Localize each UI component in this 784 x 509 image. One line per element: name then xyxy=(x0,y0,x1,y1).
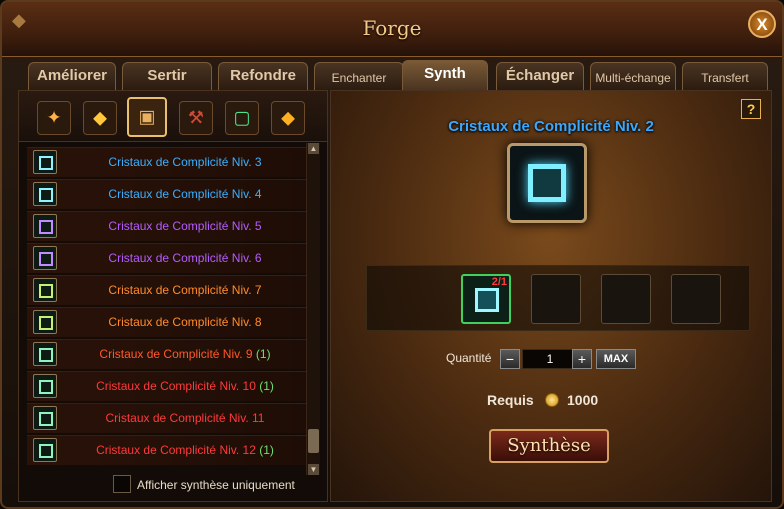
scroll-down-icon[interactable]: ▼ xyxy=(308,464,319,475)
category-topaz-button[interactable]: ◆ xyxy=(271,101,305,135)
recipe-row[interactable]: Cristaux de Complicité Niv. 12 (1) xyxy=(27,435,307,465)
material-count: 2/1 xyxy=(491,276,507,288)
materials-row: 2/1 xyxy=(366,265,750,331)
category-hammer-button[interactable]: ⚒ xyxy=(179,101,213,135)
quantity-plus-button[interactable]: + xyxy=(572,349,592,369)
scroll-thumb[interactable] xyxy=(308,429,319,453)
recipe-list: Cristaux de Complicité Niv. 3 Cristaux d… xyxy=(27,147,307,471)
gold-coin-icon xyxy=(545,393,559,407)
forge-window: ◆ Forge X Améliorer Sertir Refondre Ench… xyxy=(0,0,784,509)
recipe-row[interactable]: Cristaux de Complicité Niv. 6 xyxy=(27,243,307,273)
crystal-icon xyxy=(33,278,57,302)
crystal-icon xyxy=(33,214,57,238)
tab-enchanter[interactable]: Enchanter xyxy=(314,62,404,90)
material-slot-empty[interactable] xyxy=(601,274,651,324)
crystal-icon xyxy=(33,150,57,174)
title-bar: ◆ Forge X xyxy=(2,2,782,57)
recipe-label: Cristaux de Complicité Niv. 12 (1) xyxy=(96,443,274,457)
treasure-chest-icon: ▣ xyxy=(138,106,156,127)
category-gold-crystal-button[interactable]: ◆ xyxy=(83,101,117,135)
material-slot-empty[interactable] xyxy=(531,274,581,324)
green-gem-icon: ▢ xyxy=(233,107,251,128)
recipe-label: Cristaux de Complicité Niv. 11 xyxy=(105,411,265,425)
owned-count: (1) xyxy=(255,347,271,361)
crystal-icon xyxy=(475,288,499,312)
recipe-row[interactable]: Cristaux de Complicité Niv. 8 xyxy=(27,307,307,337)
crystal-icon xyxy=(33,406,57,430)
max-button[interactable]: MAX xyxy=(596,349,636,369)
crystal-icon xyxy=(528,164,566,202)
recipe-row[interactable]: Cristaux de Complicité Niv. 7 xyxy=(27,275,307,305)
tab-echanger[interactable]: Échanger xyxy=(496,62,584,90)
required-label: Requis xyxy=(487,392,534,408)
recipe-label: Cristaux de Complicité Niv. 8 xyxy=(108,315,262,329)
scroll-icon: ✦ xyxy=(46,107,62,128)
tab-sertir[interactable]: Sertir xyxy=(122,62,212,90)
recipe-label: Cristaux de Complicité Niv. 6 xyxy=(108,251,262,265)
crystal-icon xyxy=(33,310,57,334)
tab-ameliorer[interactable]: Améliorer xyxy=(28,62,116,90)
quantity-input[interactable]: 1 xyxy=(522,349,578,369)
recipe-label: Cristaux de Complicité Niv. 10 (1) xyxy=(96,379,274,393)
tab-refondre[interactable]: Refondre xyxy=(218,62,308,90)
recipe-row[interactable]: Cristaux de Complicité Niv. 11 xyxy=(27,403,307,433)
recipe-label: Cristaux de Complicité Niv. 5 xyxy=(108,219,262,233)
recipe-row[interactable]: Cristaux de Complicité Niv. 4 xyxy=(27,179,307,209)
material-slot-empty[interactable] xyxy=(671,274,721,324)
recipe-row[interactable]: Cristaux de Complicité Niv. 10 (1) xyxy=(27,371,307,401)
category-chest-button[interactable]: ▣ xyxy=(127,97,167,137)
recipe-label: Cristaux de Complicité Niv. 9 (1) xyxy=(99,347,271,361)
material-slot[interactable]: 2/1 xyxy=(461,274,511,324)
tab-multi-echange[interactable]: Multi-échange xyxy=(590,62,676,90)
target-item-name: Cristaux de Complicité Niv. 2 xyxy=(448,118,654,135)
crystal-icon xyxy=(33,374,57,398)
owned-count: (1) xyxy=(259,379,274,393)
crystal-icon xyxy=(33,438,57,462)
category-green-gem-button[interactable]: ▢ xyxy=(225,101,259,135)
list-scrollbar[interactable]: ▲ ▼ xyxy=(306,143,320,475)
recipe-panel: ✦ ◆ ▣ ⚒ ▢ ◆ Cristaux de Complicité Niv. … xyxy=(18,90,328,502)
crystal-icon xyxy=(33,342,57,366)
synth-only-label: Afficher synthèse uniquement xyxy=(137,478,295,492)
synthesize-button[interactable]: Synthèse xyxy=(489,429,609,463)
target-item-slot[interactable] xyxy=(507,143,587,223)
window-title: Forge xyxy=(362,16,422,40)
tab-transfert[interactable]: Transfert xyxy=(682,62,768,90)
topaz-icon: ◆ xyxy=(281,107,295,128)
quantity-minus-button[interactable]: − xyxy=(500,349,520,369)
synthesis-panel: ? Cristaux de Complicité Niv. 2 2/1 Quan… xyxy=(330,90,772,502)
close-button[interactable]: X xyxy=(748,10,776,38)
required-cost: 1000 xyxy=(567,392,599,408)
help-button[interactable]: ? xyxy=(741,99,761,119)
recipe-row[interactable]: Cristaux de Complicité Niv. 5 xyxy=(27,211,307,241)
hammer-icon: ⚒ xyxy=(187,107,205,128)
crystal-icon xyxy=(33,246,57,270)
category-scroll-button[interactable]: ✦ xyxy=(37,101,71,135)
gold-crystal-icon: ◆ xyxy=(93,107,107,128)
recipe-row[interactable]: Cristaux de Complicité Niv. 9 (1) xyxy=(27,339,307,369)
tab-synth[interactable]: Synth xyxy=(402,60,488,90)
recipe-label: Cristaux de Complicité Niv. 3 xyxy=(108,155,262,169)
owned-count: (1) xyxy=(259,443,274,457)
category-bar: ✦ ◆ ▣ ⚒ ▢ ◆ xyxy=(19,91,327,142)
quantity-label: Quantité xyxy=(446,351,492,365)
recipe-label: Cristaux de Complicité Niv. 7 xyxy=(108,283,262,297)
crystal-icon xyxy=(33,182,57,206)
synth-only-checkbox[interactable] xyxy=(113,475,131,493)
recipe-row[interactable]: Cristaux de Complicité Niv. 3 xyxy=(27,147,307,177)
recipe-label: Cristaux de Complicité Niv. 4 xyxy=(108,187,262,201)
scroll-up-icon[interactable]: ▲ xyxy=(308,143,319,154)
